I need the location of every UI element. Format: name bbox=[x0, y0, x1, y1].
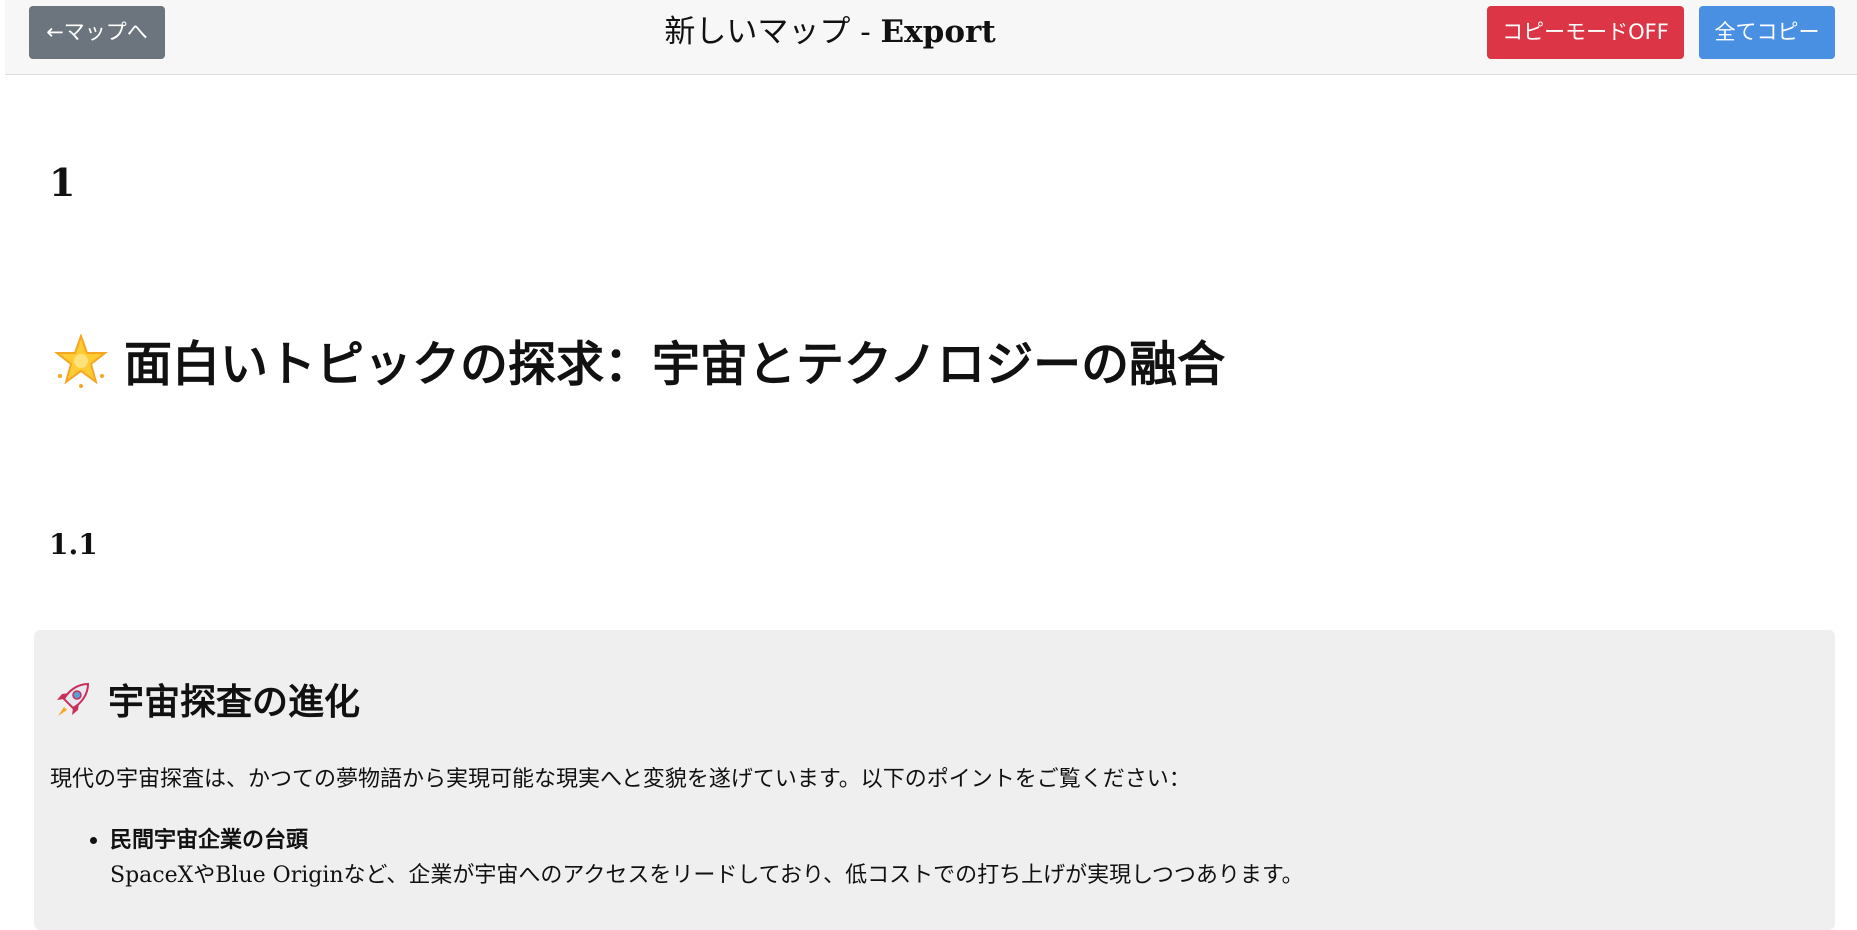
content-card: 宇宙探査の進化 現代の宇宙探査は、かつての夢物語から実現可能な現実へと変貌を遂げ… bbox=[34, 630, 1835, 930]
card-title-text: 宇宙探査の進化 bbox=[108, 681, 361, 723]
main-heading-text: 面白いトピックの探求：宇宙とテクノロジーの融合 bbox=[124, 336, 1226, 393]
back-to-map-button[interactable]: ←マップへ bbox=[29, 6, 165, 59]
list-item-description: SpaceXやBlue Originなど、企業が宇宙へのアクセスをリードしており… bbox=[110, 863, 1304, 888]
page-title: 新しいマップ - Export bbox=[500, 10, 1160, 54]
card-title: 宇宙探査の進化 bbox=[52, 680, 360, 730]
card-intro-text: 現代の宇宙探査は、かつての夢物語から実現可能な現実へと変貌を遂げています。以下の… bbox=[50, 767, 1191, 792]
page-title-export: Export bbox=[880, 14, 996, 50]
page-title-map-name: 新しいマップ - bbox=[664, 14, 881, 50]
main-heading: 面白いトピックの探求：宇宙とテクノロジーの融合 bbox=[54, 332, 1226, 402]
list-item: 民間宇宙企業の台頭 SpaceXやBlue Originなど、企業が宇宙へのアク… bbox=[90, 822, 1304, 894]
bullet-icon bbox=[90, 837, 97, 844]
list-item-title: 民間宇宙企業の台頭 bbox=[110, 827, 309, 853]
copy-mode-toggle-button[interactable]: コピーモードOFF bbox=[1487, 6, 1684, 59]
rocket-icon bbox=[52, 680, 92, 730]
glowing-star-icon bbox=[54, 332, 108, 402]
copy-all-button[interactable]: 全てコピー bbox=[1699, 6, 1835, 59]
section-number-heading: 1 bbox=[49, 160, 76, 205]
card-bullet-list: 民間宇宙企業の台頭 SpaceXやBlue Originなど、企業が宇宙へのアク… bbox=[90, 822, 1304, 894]
subsection-number-heading: 1.1 bbox=[49, 528, 98, 561]
